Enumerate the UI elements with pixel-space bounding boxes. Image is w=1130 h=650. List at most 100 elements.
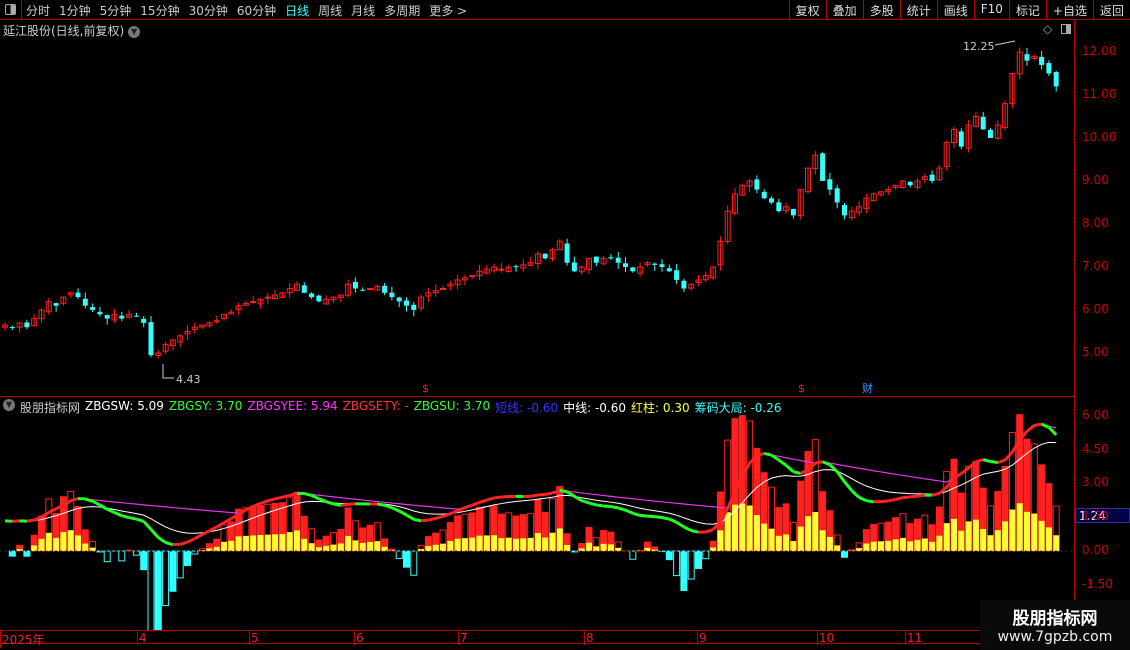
zbgsy-segment [902,495,911,500]
histogram-bar-yellow [914,539,921,551]
histogram-bar-yellow [520,538,527,551]
indicator-tick: 0.00 [1082,543,1109,557]
watermark-url: www.7gpzb.com [997,629,1113,645]
histogram-bar-yellow [534,532,541,551]
zbgsy-segment [347,502,356,506]
candle-body [133,315,139,317]
zbgsy-segment [135,517,145,523]
zbgsy-segment [843,480,853,492]
candle-body [907,181,913,186]
zbgsy-segment [917,493,926,498]
histogram-bar-yellow [367,541,373,551]
zbgsy-segment [449,509,459,516]
candle-body [9,327,15,329]
price-tick: 5.00 [1082,345,1109,359]
histogram-bar-negative [665,550,673,561]
candle-body [834,188,840,203]
candle-body [681,280,687,289]
date-tick: 7 [458,631,468,645]
candle-body [396,297,402,302]
indicator-name[interactable]: 股朋指标网 [20,399,80,416]
histogram-bar-yellow [235,536,242,551]
histogram-bar-yellow [549,532,556,551]
histogram-bar-negative [176,550,184,579]
histogram-bar-yellow [1038,520,1045,551]
zbgsy-segment [690,529,699,534]
zbgsy-segment [91,499,101,507]
zbgsy-segment [895,496,904,501]
indicator-value: 红柱: 0.30 [631,401,690,415]
histogram-bar-yellow [775,535,782,551]
histogram-bar-negative [629,550,637,560]
zbgsy-segment [610,505,619,510]
candle-body [659,264,665,267]
histogram-bar-yellow [359,542,366,551]
zbgsy-segment [274,495,283,501]
histogram-bar-yellow [958,530,965,551]
candle-body [593,256,599,263]
candle-body [769,198,774,203]
zbgsy-segment [997,458,1006,465]
histogram-bar-negative [395,550,403,560]
event-marker: 财 [862,381,873,395]
candle-body [652,263,658,265]
candle-body [776,202,782,212]
watermark-title: 股朋指标网 [1012,609,1098,629]
indicator-value: ZBGSW: 5.09 [85,399,164,413]
date-axis: 2025年 4 5 6 7 8 9 10 11 [0,630,1074,648]
zbgsy-segment [186,537,196,544]
histogram-bar-yellow [1009,509,1016,551]
candle-body [564,243,570,263]
zbgsy-segment [464,503,473,510]
histogram-bar-negative [702,550,710,560]
zbgsy-segment [668,517,678,524]
zbgsy-segment [1047,426,1058,436]
zbgsy-segment [179,540,188,546]
zbgsy-segment [588,501,597,507]
zbgsy-segment [413,517,422,523]
candle-body [97,311,103,315]
chart-canvas[interactable]: 12.25 4.43 $ $ 财 [0,0,1074,630]
candle-body [1046,63,1052,74]
indicator-value: ZBGSETY: - [342,399,409,413]
candle-body [24,322,30,328]
zbgsy-segment [340,502,349,507]
chevron-down-icon[interactable]: ▼ [3,399,15,411]
candle-body [389,292,395,298]
zbgsy-segment [26,518,35,523]
histogram-bar-yellow [1016,503,1023,551]
zbgsy-segment [675,520,685,529]
candle-body [119,315,125,319]
histogram-bar-yellow [491,535,498,551]
histogram-bar-yellow [381,546,388,551]
candle-body [790,208,796,216]
zbgsy-segment [960,466,970,475]
date-tick: 9 [697,631,707,645]
candle-body [571,262,577,272]
zbgsy-segment [647,514,655,519]
histogram-bar-yellow [469,537,476,551]
candle-body [104,315,110,319]
histogram-bar-yellow [432,544,439,551]
toolbar-button[interactable]: 返回 [1092,0,1130,20]
histogram-bar-negative [680,550,688,591]
zbgsy-segment [391,506,400,513]
zbgsy-segment [705,528,714,534]
candle-body [958,131,964,147]
histogram-bar-yellow [513,538,519,551]
zbgsy-segment [260,499,269,505]
histogram-bar-yellow [834,545,841,551]
histogram-bar-yellow [483,535,490,551]
histogram-bar-yellow [980,528,987,551]
histogram-bar-yellow [337,543,344,551]
indicator-tick: -1.50 [1082,577,1114,591]
zbgsy-segment [763,451,772,457]
date-tick: 8 [584,631,594,645]
histogram-bar-negative [8,550,16,557]
histogram-bar-negative [23,550,31,557]
high-arrow [994,40,1016,46]
histogram-bar-yellow [972,519,979,551]
histogram-bar-yellow [863,543,870,551]
zbgsy-segment [99,503,108,511]
indicator-tick: 1.50 [1082,509,1109,523]
